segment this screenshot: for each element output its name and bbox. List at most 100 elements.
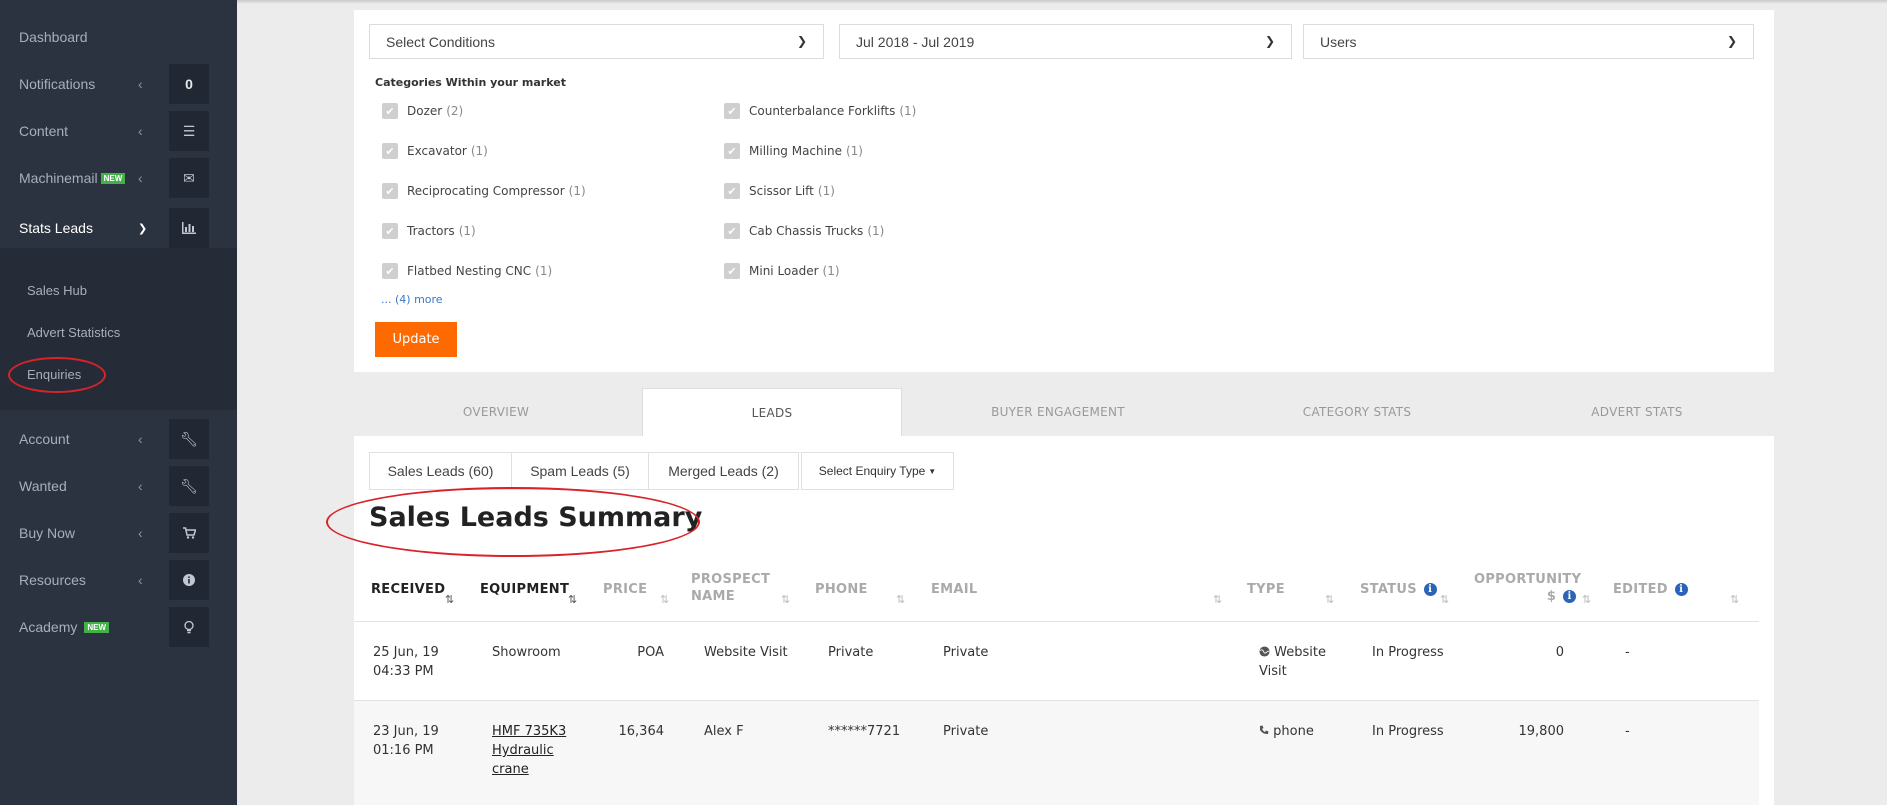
sidebar-item-label: Stats Leads — [19, 220, 93, 236]
header-prospect-name[interactable]: PROSPECT NAME — [691, 571, 770, 605]
checkmark-icon: ✔ — [724, 143, 740, 159]
category-checkbox[interactable]: ✔ Dozer (2) — [382, 103, 463, 119]
category-name: Flatbed Nesting CNC — [407, 264, 532, 278]
update-button[interactable]: Update — [375, 322, 457, 357]
bar-chart-icon — [169, 208, 209, 248]
tab-overview[interactable]: OVERVIEW — [354, 388, 638, 436]
wrench-icon: 🔧︎ — [169, 419, 209, 459]
sidebar-item-academy[interactable]: Academy NEW — [0, 605, 237, 649]
category-checkbox[interactable]: ✔ Scissor Lift (1) — [724, 183, 835, 199]
sidebar-item-wanted[interactable]: Wanted ‹ 🔧︎ — [0, 464, 237, 508]
category-checkbox[interactable]: ✔ Tractors (1) — [382, 223, 476, 239]
prospect-cell: Alex F — [704, 724, 744, 739]
sidebar-item-content[interactable]: Content ‹ ☰ — [0, 109, 237, 153]
tab-buyer-engagement[interactable]: BUYER ENGAGEMENT — [902, 388, 1214, 436]
type-cell: phone — [1259, 722, 1314, 741]
sort-icon[interactable]: ⇅ — [1440, 593, 1449, 606]
category-checkbox[interactable]: ✔ Counterbalance Forklifts (1) — [724, 103, 916, 119]
sidebar-item-text: Academy — [19, 619, 78, 635]
more-categories-link[interactable]: ... (4) more — [381, 293, 443, 306]
menu-lines-icon: ☰ — [169, 111, 209, 151]
category-name: Mini Loader — [749, 264, 819, 278]
header-received[interactable]: RECEIVED — [371, 581, 445, 598]
sort-desc-icon[interactable]: ⇅ — [445, 593, 454, 606]
submenu-item-sales-hub[interactable]: Sales Hub — [27, 283, 87, 298]
edited-cell: - — [1625, 724, 1630, 739]
received-cell: 25 Jun, 19 04:33 PM — [373, 643, 439, 681]
sort-icon[interactable]: ⇅ — [1582, 593, 1591, 606]
info-icon[interactable]: i — [1563, 590, 1576, 603]
sidebar-item-notifications[interactable]: Notifications ‹ 0 — [0, 62, 237, 106]
category-checkbox[interactable]: ✔ Reciprocating Compressor (1) — [382, 183, 586, 199]
phone-cell: ******7721 — [828, 724, 901, 739]
checkmark-icon: ✔ — [382, 143, 398, 159]
sidebar-item-dashboard[interactable]: Dashboard — [0, 15, 237, 59]
email-cell: Private — [943, 645, 989, 660]
category-checkbox[interactable]: ✔ Cab Chassis Trucks (1) — [724, 223, 884, 239]
sort-icon[interactable]: ⇅ — [1730, 593, 1739, 606]
sort-icon[interactable]: ⇅ — [896, 593, 905, 606]
category-checkbox[interactable]: ✔ Flatbed Nesting CNC (1) — [382, 263, 552, 279]
status-cell: In Progress — [1372, 724, 1444, 739]
equipment-line2: Hydraulic — [492, 743, 554, 758]
subtab-merged-leads[interactable]: Merged Leads (2) — [648, 452, 799, 490]
subtab-spam-leads[interactable]: Spam Leads (5) — [511, 452, 649, 490]
category-checkbox[interactable]: ✔ Milling Machine (1) — [724, 143, 863, 159]
equipment-link[interactable]: HMF 735K3 Hydraulic crane — [492, 722, 566, 779]
subtab-sales-leads[interactable]: Sales Leads (60) — [369, 452, 512, 490]
tab-leads[interactable]: LEADS — [642, 388, 902, 436]
conditions-select[interactable]: Select Conditions ❯ — [369, 24, 824, 59]
date-range-select[interactable]: Jul 2018 - Jul 2019 ❯ — [839, 24, 1292, 59]
info-icon[interactable]: i — [1423, 583, 1437, 596]
category-checkbox[interactable]: ✔ Excavator (1) — [382, 143, 488, 159]
header-prospect-line1: PROSPECT — [691, 572, 771, 587]
category-name: Dozer — [407, 104, 443, 118]
checkmark-icon: ✔ — [382, 263, 398, 279]
category-count: (1) — [568, 184, 586, 198]
sidebar-item-stats-leads[interactable]: Stats Leads ❯ — [0, 206, 237, 250]
sidebar-item-buy-now[interactable]: Buy Now ‹ — [0, 511, 237, 555]
category-checkbox[interactable]: ✔ Mini Loader (1) — [724, 263, 840, 279]
checkmark-icon: ✔ — [724, 103, 740, 119]
sidebar-item-resources[interactable]: Resources ‹ — [0, 558, 237, 602]
received-cell: 23 Jun, 19 01:16 PM — [373, 722, 439, 760]
sort-icon[interactable]: ⇅ — [781, 593, 790, 606]
chevron-left-icon: ‹ — [138, 572, 143, 588]
sidebar-item-account[interactable]: Account ‹ 🔧︎ — [0, 417, 237, 461]
info-icon[interactable]: i — [1674, 583, 1688, 596]
type-line1: phone — [1273, 724, 1314, 739]
tab-category-stats[interactable]: CATEGORY STATS — [1214, 388, 1500, 436]
category-count: (1) — [817, 184, 835, 198]
header-status[interactable]: STATUS i — [1360, 581, 1437, 598]
sidebar-item-label: Notifications — [19, 76, 96, 92]
tab-advert-stats[interactable]: ADVERT STATS — [1500, 388, 1774, 436]
header-email[interactable]: EMAIL — [931, 581, 978, 598]
sidebar-item-label: Resources — [19, 572, 86, 588]
sort-icon[interactable]: ⇅ — [1213, 593, 1222, 606]
sort-desc-icon[interactable]: ⇅ — [568, 593, 577, 606]
price-cell: 16,364 — [618, 724, 665, 739]
category-count: (1) — [899, 104, 917, 118]
sidebar-item-text: Machinemail — [19, 170, 98, 186]
header-price[interactable]: PRICE — [603, 581, 647, 598]
submenu-item-enquiries[interactable]: Enquiries — [27, 367, 81, 382]
header-edited[interactable]: EDITED i — [1613, 581, 1688, 598]
date-range-value: Jul 2018 - Jul 2019 — [856, 33, 975, 50]
header-type[interactable]: TYPE — [1247, 581, 1285, 598]
enquiry-type-dropdown[interactable]: Select Enquiry Type ▼ — [801, 452, 954, 490]
chevron-left-icon: ‹ — [138, 525, 143, 541]
submenu-item-advert-statistics[interactable]: Advert Statistics — [27, 325, 120, 340]
equipment-cell: Showroom — [492, 645, 561, 660]
sort-icon[interactable]: ⇅ — [1325, 593, 1334, 606]
sort-icon[interactable]: ⇅ — [660, 593, 669, 606]
page-title: Sales Leads Summary — [369, 502, 703, 533]
categories-heading: Categories Within your market — [375, 76, 566, 89]
header-opportunity[interactable]: OPPORTUNITY $ i — [1474, 571, 1581, 605]
users-select[interactable]: Users ❯ — [1303, 24, 1754, 59]
sidebar-item-machinemail[interactable]: Machinemail NEW ‹ ✉ — [0, 156, 237, 200]
notification-count-badge: 0 — [169, 64, 209, 104]
header-opportunity-line2: $ — [1546, 589, 1557, 604]
header-phone[interactable]: PHONE — [815, 581, 868, 598]
header-equipment[interactable]: EQUIPMENT — [480, 581, 569, 598]
chevron-down-icon: ❯ — [1726, 34, 1737, 48]
